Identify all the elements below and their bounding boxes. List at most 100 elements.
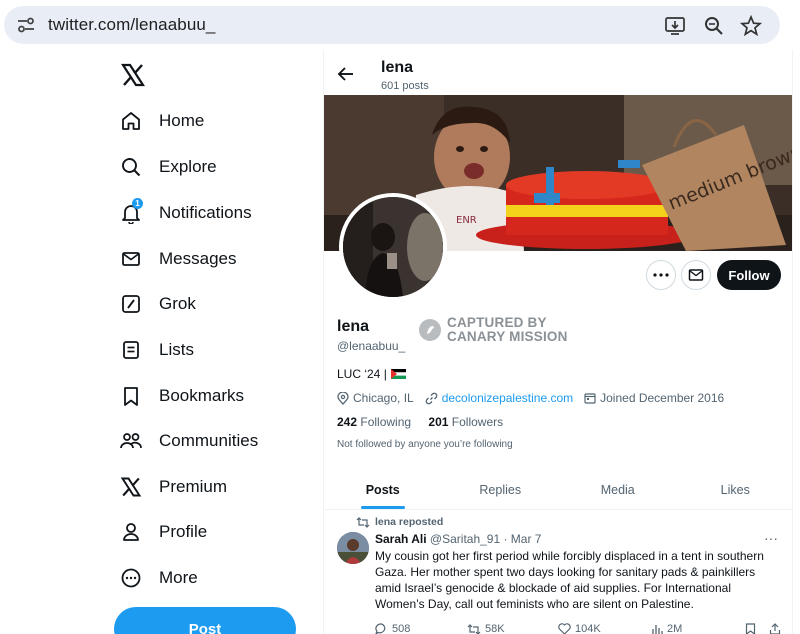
zoom-icon[interactable] — [703, 15, 725, 37]
tweet-author-name[interactable]: Sarah Ali — [375, 532, 427, 546]
tweet-header: Sarah Ali @Saritah_91 · Mar 7 — [375, 532, 541, 546]
envelope-icon — [118, 246, 144, 272]
svg-text:ENR: ENR — [456, 215, 477, 226]
url-text[interactable]: twitter.com/lenaabuu_ — [48, 15, 215, 35]
bell-icon: 1 — [118, 198, 144, 226]
profile-column: lena 601 posts ENR medium brown Follow l… — [323, 50, 793, 634]
avatar-photo — [343, 197, 443, 297]
following-label: Following — [360, 415, 412, 429]
tweet-author-handle[interactable]: @Saritah_91 · Mar 7 — [430, 532, 542, 546]
nav-messages[interactable]: Messages — [118, 239, 308, 279]
repost-action-icon — [467, 623, 481, 634]
nav-premium-label: Premium — [159, 477, 228, 496]
post-button[interactable]: Post — [114, 607, 296, 634]
following-count: 242 — [337, 415, 358, 429]
calendar-icon — [584, 393, 596, 404]
views-action[interactable]: 2M — [651, 623, 682, 634]
tweet-text: My cousin got her first period while for… — [375, 549, 764, 611]
bookmark-star-icon[interactable] — [740, 15, 762, 37]
search-icon — [118, 154, 144, 180]
profile-avatar[interactable] — [339, 193, 447, 301]
bookmark-icon — [118, 383, 144, 409]
nav-bookmarks[interactable]: Bookmarks — [118, 376, 308, 416]
nav-explore[interactable]: Explore — [118, 147, 308, 187]
link-icon — [425, 392, 437, 404]
follow-button[interactable]: Follow — [717, 260, 781, 290]
install-app-icon[interactable] — [664, 15, 686, 37]
like-action[interactable]: 104K — [558, 623, 601, 634]
back-arrow-icon[interactable] — [336, 64, 356, 84]
nav-notifications[interactable]: 1 Notifications — [118, 193, 308, 233]
nav-grok[interactable]: Grok — [118, 284, 308, 324]
address-bar[interactable]: twitter.com/lenaabuu_ — [4, 6, 780, 44]
nav-communities-label: Communities — [159, 431, 259, 450]
palestine-flag-icon — [390, 369, 406, 379]
tab-posts[interactable]: Posts — [324, 470, 442, 509]
message-button[interactable] — [681, 260, 711, 290]
views-count: 2M — [667, 623, 683, 634]
repost-count: 58K — [485, 623, 505, 634]
canary-bird-icon — [419, 319, 441, 341]
followers-count: 201 — [428, 415, 449, 429]
tab-media[interactable]: Media — [559, 470, 677, 509]
tweet-more-icon[interactable]: ··· — [764, 530, 778, 546]
nav-more[interactable]: More — [118, 558, 308, 598]
tab-replies[interactable]: Replies — [442, 470, 560, 509]
location-item: Chicago, IL — [337, 391, 414, 405]
nav-notifications-label: Notifications — [159, 203, 252, 222]
views-chart-icon — [652, 625, 663, 634]
nav-profile[interactable]: Profile — [118, 512, 308, 552]
canary-mission-watermark: CAPTURED BY CANARY MISSION — [419, 316, 575, 344]
bio-text: LUC ‘24 | — [337, 367, 387, 381]
tweet-author-avatar[interactable] — [337, 532, 369, 564]
tweet-actions: 508 58K 104K 2M — [375, 623, 785, 634]
nav-explore-label: Explore — [159, 157, 217, 176]
followers-label: Followers — [451, 415, 504, 429]
list-icon — [118, 337, 144, 363]
x-logo-icon[interactable] — [120, 62, 146, 88]
bookmark-icon — [745, 623, 756, 634]
repost-indicator: lena reposted — [356, 516, 443, 528]
nav-home[interactable]: Home — [118, 101, 308, 141]
author-avatar-photo — [337, 532, 369, 564]
repost-action[interactable]: 58K — [467, 623, 505, 634]
header-post-count: 601 posts — [381, 80, 429, 92]
followers-link[interactable]: 201 Followers — [428, 415, 503, 429]
tab-likes[interactable]: Likes — [677, 470, 793, 509]
reply-action[interactable]: 508 — [375, 623, 410, 634]
nav-lists[interactable]: Lists — [118, 330, 308, 370]
heart-icon — [558, 623, 571, 634]
website-item[interactable]: decolonizepalestine.com — [425, 391, 573, 405]
nav-lists-label: Lists — [159, 340, 194, 359]
more-options-button[interactable] — [646, 260, 676, 290]
bookmark-action[interactable] — [745, 623, 760, 634]
share-action[interactable] — [769, 623, 785, 634]
following-link[interactable]: 242 Following — [337, 415, 411, 429]
nav-more-label: More — [159, 568, 198, 587]
joined-text: Joined December 2016 — [600, 391, 725, 405]
like-count: 104K — [575, 623, 601, 634]
nav-premium[interactable]: Premium — [118, 467, 308, 507]
home-icon — [118, 108, 144, 134]
person-icon — [118, 519, 144, 545]
repost-icon — [356, 516, 370, 528]
profile-handle: @lenaabuu_ — [337, 339, 406, 353]
notification-badge: 1 — [132, 198, 143, 209]
profile-tabs: Posts Replies Media Likes — [324, 470, 793, 510]
envelope-icon — [688, 269, 704, 281]
profile-name: lena — [337, 318, 370, 335]
share-icon — [769, 623, 781, 634]
communities-icon — [118, 428, 144, 454]
repost-label: lena reposted — [375, 516, 444, 528]
site-info-icon[interactable] — [16, 16, 36, 34]
profile-meta: Chicago, IL decolonizepalestine.com Join… — [337, 391, 735, 405]
nav-profile-label: Profile — [159, 522, 208, 541]
reply-count: 508 — [392, 623, 411, 634]
location-pin-icon — [337, 391, 349, 405]
nav-home-label: Home — [159, 111, 205, 130]
nav-communities[interactable]: Communities — [118, 421, 308, 461]
more-dots-icon — [653, 273, 669, 277]
follow-counts: 242 Following 201 Followers — [337, 415, 503, 429]
website-link[interactable]: decolonizepalestine.com — [442, 391, 573, 405]
x-icon — [118, 474, 144, 500]
